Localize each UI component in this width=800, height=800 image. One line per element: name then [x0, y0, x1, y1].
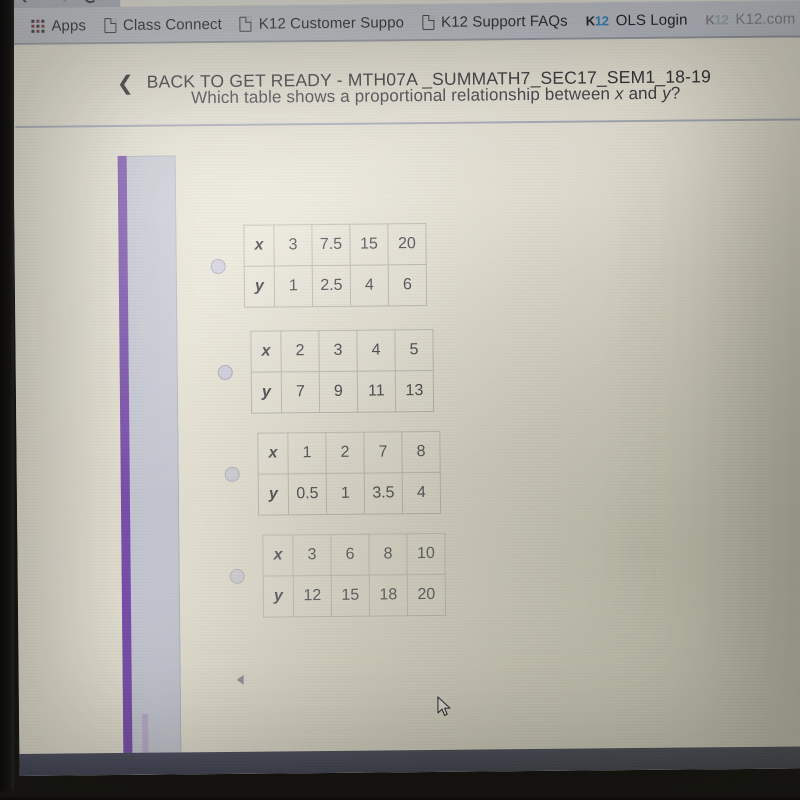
table-cell: 3 — [292, 534, 332, 576]
bookmark-k12-customer-support[interactable]: K12 Customer Suppo — [231, 7, 413, 39]
question-middle: and — [623, 83, 663, 104]
bookmark-label: Class Connect — [122, 15, 222, 34]
photo-of-screen: ← → ⟳ Secure https://learning.k12.com/d2… — [0, 0, 800, 800]
collapse-left-arrow-icon[interactable] — [236, 674, 244, 685]
table-cell: 4 — [402, 472, 441, 514]
bookmark-label: OLS Login — [615, 11, 688, 29]
row-label: y — [263, 575, 294, 618]
row-label: y — [258, 473, 289, 516]
table-cell: 15 — [331, 575, 370, 617]
document-icon — [103, 17, 117, 33]
table-cell: 3 — [318, 330, 358, 372]
question-var-x: x — [614, 84, 624, 104]
row-label: x — [262, 534, 294, 577]
bookmark-label: K12.com — [735, 9, 796, 28]
table-cell: 3 — [273, 224, 313, 266]
table-cell: 8 — [368, 533, 408, 576]
table-cell: 9 — [319, 371, 358, 413]
table-cell: 12 — [293, 575, 332, 617]
table-cell: 1 — [287, 432, 327, 474]
table-cell: 20 — [387, 223, 427, 265]
apps-grid-icon — [31, 19, 45, 33]
table-row: y 1 2.5 4 6 — [244, 264, 427, 308]
answer-option-d[interactable]: x 3 6 8 10 y 12 15 18 20 — [229, 533, 446, 618]
bookmark-class-connect[interactable]: Class Connect — [95, 9, 231, 40]
answer-table: x 1 2 7 8 y 0.5 1 3.5 4 — [257, 431, 441, 516]
table-cell: 1 — [274, 265, 313, 307]
table-cell: 3.5 — [364, 472, 403, 515]
radio-button[interactable] — [229, 568, 245, 584]
monitor-bezel-bottom — [0, 786, 800, 800]
table-cell: 2 — [280, 330, 320, 372]
table-cell: 13 — [395, 370, 434, 412]
bookmark-k12-support-faqs[interactable]: K12 Support FAQs — [413, 6, 577, 38]
table-cell: 20 — [407, 574, 446, 616]
bookmark-label: Apps — [51, 16, 87, 35]
table-cell: 4 — [350, 264, 389, 307]
url-text[interactable]: https://learning.k12.com/d2l/le/sequence… — [210, 0, 714, 1]
table-cell: 0.5 — [288, 473, 327, 515]
table-cell: 2.5 — [312, 265, 351, 307]
row-label: y — [244, 265, 275, 308]
radio-button[interactable] — [224, 466, 240, 482]
monitor-bezel-left — [0, 0, 14, 800]
table-cell: 7 — [281, 371, 320, 413]
row-label: x — [243, 224, 275, 267]
bookmark-label: K12 Customer Suppo — [258, 13, 405, 33]
header-divider — [15, 118, 800, 128]
table-row: x 3 7.5 15 20 — [243, 223, 427, 267]
question-var-y: y — [662, 83, 671, 103]
table-cell: 18 — [369, 574, 408, 617]
table-cell: 10 — [406, 533, 446, 575]
chevron-left-icon[interactable]: ❮ — [117, 70, 134, 94]
table-cell: 7.5 — [311, 224, 351, 266]
table-cell: 4 — [356, 329, 396, 372]
table-row: y 7 9 11 13 — [251, 370, 434, 414]
table-cell: 2 — [325, 432, 365, 474]
answer-table: x 3 6 8 10 y 12 15 18 20 — [262, 533, 446, 618]
row-label: y — [251, 371, 282, 414]
answer-option-a[interactable]: x 3 7.5 15 20 y 1 2.5 4 6 — [210, 223, 427, 308]
radio-button[interactable] — [217, 364, 233, 381]
question-text: Which table shows a proportional relatio… — [191, 84, 681, 109]
bookmark-k12-com[interactable]: K12 K12.com — [696, 3, 800, 34]
question-suffix: ? — [670, 83, 681, 103]
table-cell: 6 — [330, 534, 370, 576]
mouse-cursor — [437, 696, 451, 717]
table-cell: 7 — [363, 431, 403, 474]
table-cell: 11 — [357, 370, 396, 413]
table-cell: 5 — [394, 329, 434, 371]
table-row: y 0.5 1 3.5 4 — [258, 472, 441, 516]
security-label: Secure — [145, 0, 192, 1]
radio-button[interactable] — [210, 258, 226, 275]
answer-table: x 2 3 4 5 y 7 9 11 13 — [250, 329, 434, 414]
table-cell: 1 — [326, 473, 365, 515]
answer-table: x 3 7.5 15 20 y 1 2.5 4 6 — [243, 223, 427, 308]
k12-icon: K12 — [705, 11, 729, 27]
bookmark-ols-login[interactable]: K12 OLS Login — [577, 4, 697, 35]
k12-icon: K12 — [585, 12, 609, 28]
table-row: x 1 2 7 8 — [257, 431, 441, 475]
monitor-screen: ← → ⟳ Secure https://learning.k12.com/d2… — [12, 0, 800, 776]
table-row: x 3 6 8 10 — [262, 533, 446, 577]
row-label: x — [250, 330, 282, 373]
question-prefix: Which table shows a proportional relatio… — [191, 84, 616, 108]
answer-option-c[interactable]: x 1 2 7 8 y 0.5 1 3.5 4 — [224, 431, 441, 516]
document-icon — [421, 14, 435, 30]
table-cell: 15 — [349, 223, 389, 266]
bookmark-label: K12 Support FAQs — [440, 12, 568, 31]
table-cell: 8 — [401, 431, 441, 473]
bookmark-apps[interactable]: Apps — [22, 10, 95, 41]
document-icon — [239, 16, 252, 32]
row-label: x — [257, 432, 289, 475]
table-row: y 12 15 18 20 — [263, 574, 446, 618]
answer-option-b[interactable]: x 2 3 4 5 y 7 9 11 13 — [217, 329, 434, 414]
table-cell: 6 — [388, 264, 427, 306]
web-page-content: ❮ BACK TO GET READY - MTH07A _SUMMATH7_S… — [12, 37, 800, 776]
table-row: x 2 3 4 5 — [250, 329, 434, 373]
